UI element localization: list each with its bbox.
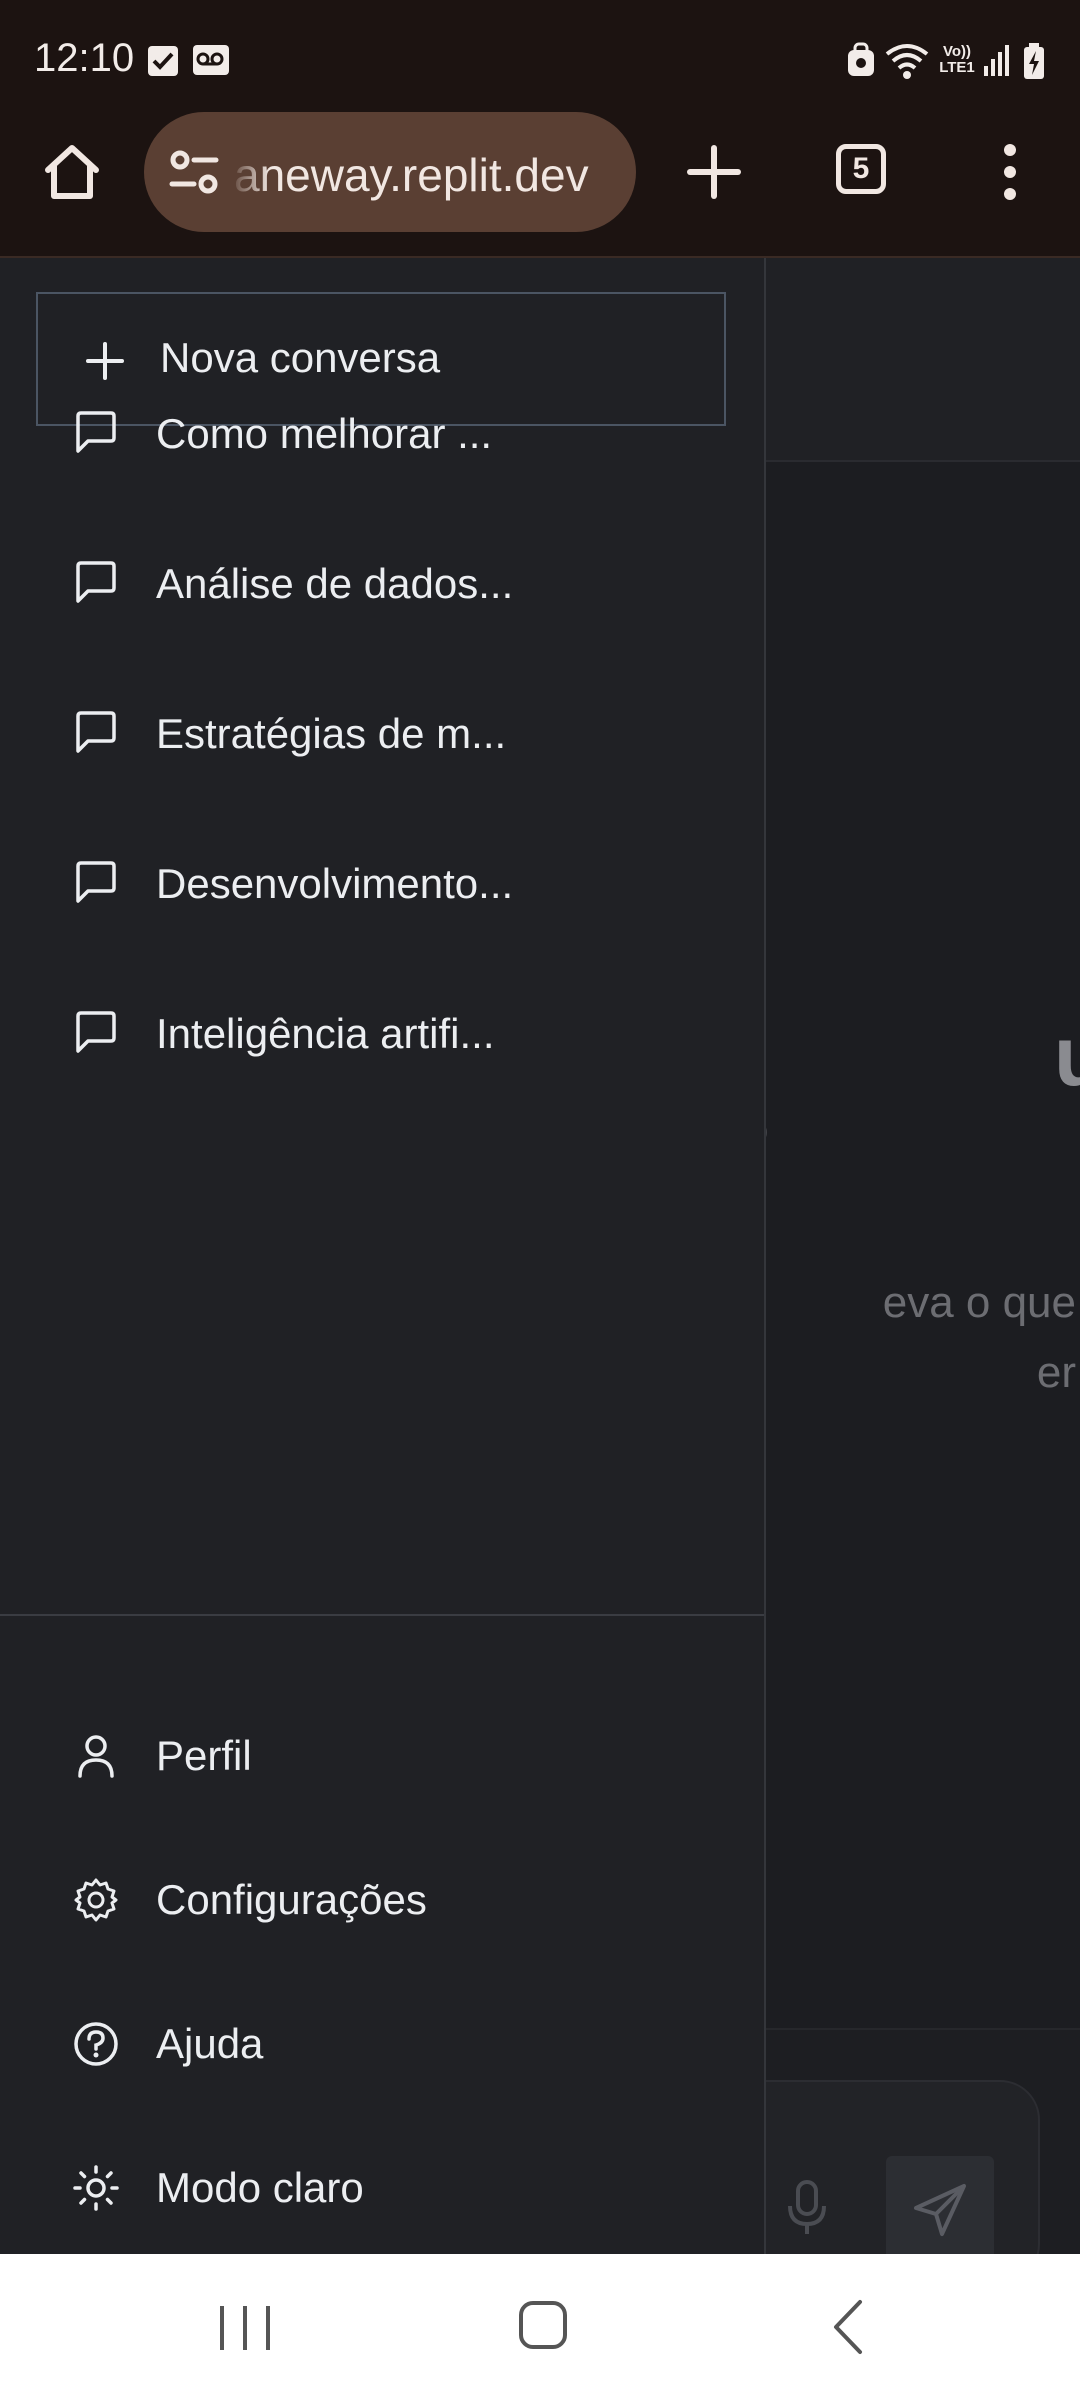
gear-icon: [74, 1878, 118, 1922]
conversation-label: Como melhorar ...: [156, 410, 493, 457]
menu-item-settings[interactable]: Configurações: [0, 1842, 764, 1962]
help-circle-icon: [74, 2022, 118, 2066]
menu-label: Configurações: [156, 1876, 427, 1923]
menu-item-profile[interactable]: Perfil: [0, 1698, 764, 1818]
status-bar: 12:10 Vo)) LTE1: [0, 0, 1080, 110]
vpn-icon: [848, 42, 874, 76]
tab-switcher-button[interactable]: 5: [836, 144, 886, 194]
send-icon: [914, 2184, 966, 2236]
user-icon: [78, 1735, 114, 1778]
browser-toolbar: aneway.replit.dev 5: [0, 110, 1080, 258]
chat-bubble-icon: [76, 861, 116, 903]
send-button[interactable]: [886, 2156, 994, 2254]
url-fade: [230, 112, 270, 232]
url-text[interactable]: aneway.replit.dev: [234, 148, 589, 202]
url-bar[interactable]: aneway.replit.dev: [144, 112, 636, 232]
wifi-icon: [885, 44, 929, 79]
checkbox-notification-icon: [148, 46, 178, 76]
conversation-label: Desenvolvimento...: [156, 860, 514, 907]
welcome-heading: udar: [1053, 1009, 1080, 1103]
chat-bubble-icon: [76, 711, 116, 753]
voicemail-icon: [193, 45, 229, 75]
main-content: udar o eva o que er: [766, 258, 1080, 2254]
main-header: [766, 258, 1080, 462]
home-nav-icon[interactable]: [518, 2300, 568, 2350]
welcome-subheading: o: [766, 1108, 768, 1153]
more-options-icon[interactable]: [990, 140, 1030, 204]
welcome-description: eva o que er: [882, 1278, 1076, 1397]
conversation-label: Inteligência artifi...: [156, 1010, 495, 1057]
menu-label: Modo claro: [156, 2164, 364, 2211]
chat-bubble-icon: [76, 411, 116, 453]
battery-charging-icon: [1024, 43, 1044, 79]
menu-label: Perfil: [156, 1732, 252, 1779]
home-icon[interactable]: [40, 140, 104, 204]
status-time: 12:10: [34, 36, 135, 80]
conversation-item[interactable]: Como melhorar ...: [0, 374, 764, 494]
sidebar-drawer: Nova conversa Como melhorar ... Análise …: [0, 258, 766, 2254]
sun-icon: [73, 2165, 119, 2211]
conversation-item[interactable]: Análise de dados...: [0, 524, 764, 644]
new-tab-icon[interactable]: [682, 140, 746, 204]
recents-icon[interactable]: [216, 2304, 274, 2352]
conversation-item[interactable]: Desenvolvimento...: [0, 824, 764, 944]
conversation-item[interactable]: Inteligência artifi...: [0, 974, 764, 1094]
back-icon[interactable]: [830, 2298, 866, 2356]
menu-item-help[interactable]: Ajuda: [0, 1986, 764, 2106]
site-settings-icon[interactable]: [168, 148, 220, 196]
chat-bubble-icon: [76, 561, 116, 603]
menu-item-light-mode[interactable]: Modo claro: [0, 2130, 764, 2250]
microphone-icon[interactable]: [782, 2178, 832, 2238]
conversation-item[interactable]: Estratégias de m...: [0, 674, 764, 794]
signal-icon: [984, 45, 1009, 76]
chat-bubble-icon: [76, 1011, 116, 1053]
conversation-label: Análise de dados...: [156, 560, 514, 607]
conversation-label: Estratégias de m...: [156, 710, 507, 757]
volte-indicator: Vo)) LTE1: [939, 43, 975, 76]
menu-label: Ajuda: [156, 2020, 264, 2067]
system-navigation-bar: [0, 2254, 1080, 2400]
drawer-divider: [0, 1614, 764, 1616]
